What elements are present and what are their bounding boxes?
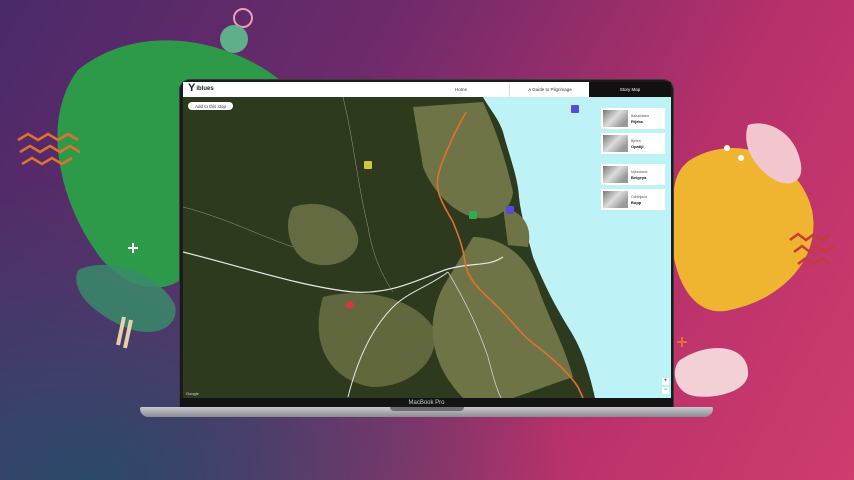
stop-card[interactable]: Odntrijaco Bopp (601, 189, 665, 210)
stop-card[interactable]: Bjelen Opatijl (601, 133, 665, 154)
pink-blob-bottom (674, 348, 749, 397)
stop-thumbnail (603, 191, 628, 208)
marker-blue (506, 206, 514, 214)
laptop-bezel: MacBook Pro (180, 398, 673, 407)
google-logo: Google (186, 391, 199, 396)
stop-thumbnail (603, 135, 628, 152)
laptop-notch (390, 407, 464, 411)
white-dot-2 (738, 155, 744, 161)
stop-list: Bahaullaine Rijeka Bjelen Opatijl Mjezol… (601, 108, 665, 210)
stop-card[interactable]: Bahaullaine Rijeka (601, 108, 665, 129)
marker-red (346, 301, 354, 309)
logo[interactable]: Y iblues (188, 83, 214, 94)
marker-blue-top (571, 105, 579, 113)
green-dot-shape (220, 25, 248, 53)
stop-card[interactable]: Mjezolanic Belgeya (601, 164, 665, 185)
add-to-stop-button[interactable]: Add to this stop (188, 102, 234, 110)
stop-name: Rijeka (631, 118, 643, 124)
stop-thumbnail (603, 110, 628, 127)
top-nav: Y iblues Home A Guide to Pilgrimage Stor… (183, 82, 671, 97)
orange-cross (677, 337, 687, 347)
marker-green (469, 211, 477, 219)
tab-guide-to-pilgrimage[interactable]: A Guide to Pilgrimage (509, 82, 590, 97)
stop-thumbnail (603, 166, 628, 183)
tab-story-map[interactable]: Story Map (589, 82, 671, 97)
model-label: MacBook Pro (408, 399, 445, 406)
logo-icon: Y (188, 82, 196, 94)
marker-yellow (364, 161, 372, 169)
tab-home[interactable]: Home (413, 82, 509, 97)
green-ring-shape (233, 8, 253, 28)
map-canvas[interactable] (183, 97, 671, 398)
white-dot-1 (724, 145, 730, 151)
zoom-out-button[interactable]: − (662, 387, 669, 394)
stop-name: Bopp (631, 199, 642, 205)
stop-name: Belgeya (631, 174, 647, 180)
stop-name: Opatijl (631, 143, 644, 149)
laptop-screen: Y iblues Home A Guide to Pilgrimage Stor… (183, 82, 671, 398)
zoom-in-button[interactable]: + (662, 378, 669, 385)
logo-text: iblues (196, 85, 214, 92)
